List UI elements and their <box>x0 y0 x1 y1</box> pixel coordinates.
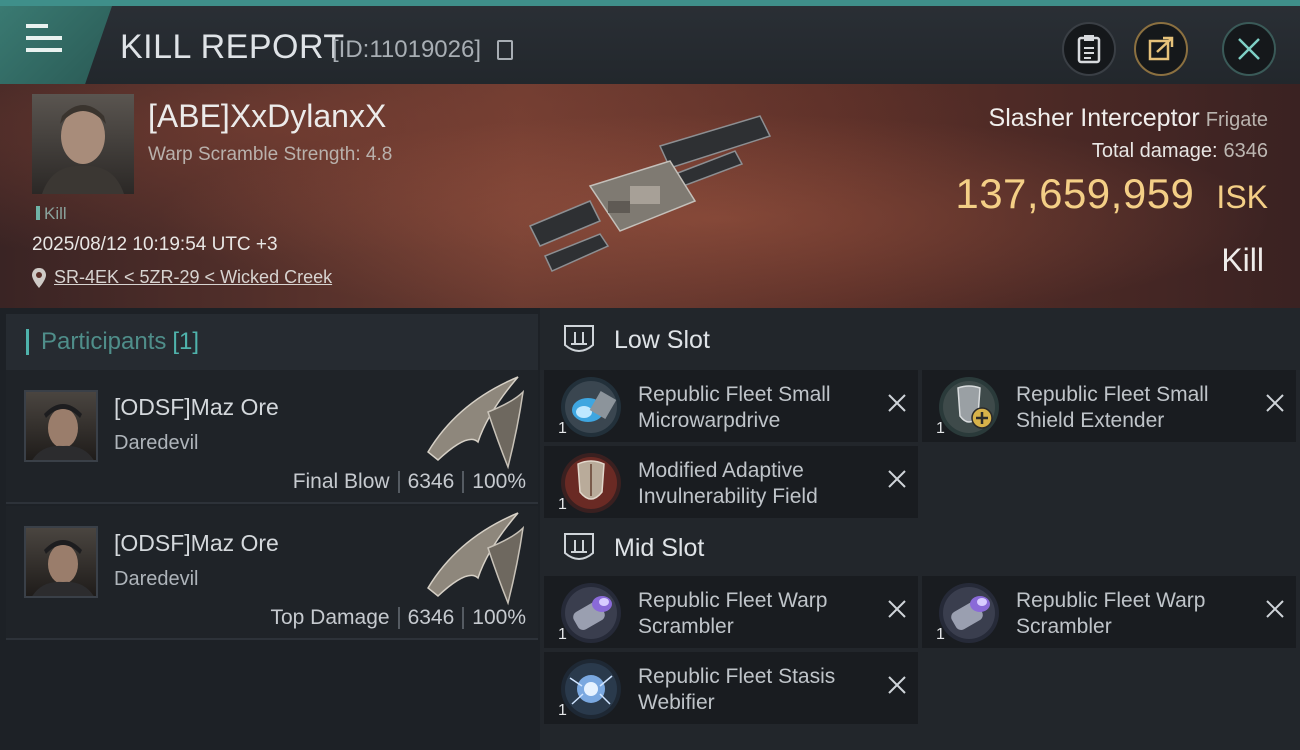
participant-stats: Top Damage 6346 100% <box>270 606 526 630</box>
victim-hero: [ABE]XxDylanxX Warp Scramble Strength: 4… <box>0 84 1300 308</box>
module-name: Republic Fleet Warp Scrambler <box>638 589 828 638</box>
result-label: Kill <box>1221 242 1264 278</box>
participant-ship: Daredevil <box>114 568 199 590</box>
participant-name[interactable]: [ODSF]Maz Ore <box>114 394 279 421</box>
module-item[interactable]: 1 Republic Fleet Small Shield Extender <box>922 370 1296 442</box>
remove-x-icon[interactable] <box>1264 392 1286 414</box>
kill-timestamp: 2025/08/12 10:19:54 UTC +3 <box>32 234 278 255</box>
kill-location[interactable]: SR-4EK < 5ZR-29 < Wicked Creek <box>32 267 332 288</box>
participant-stats: Final Blow 6346 100% <box>293 470 526 494</box>
participants-count: [1] <box>172 328 200 355</box>
module-item[interactable]: 1 Republic Fleet Small Microwarpdrive <box>544 370 918 442</box>
avatar[interactable] <box>24 390 98 462</box>
participant-role: Top Damage <box>270 606 390 629</box>
notes-icon <box>1077 35 1101 64</box>
victim-ship-name: Slasher Interceptor <box>988 104 1200 132</box>
stasis-webifier-icon <box>560 658 622 720</box>
mid-slot-header: Mid Slot <box>546 520 704 576</box>
warp-scrambler-icon <box>560 582 622 644</box>
slot-badge-icon <box>564 325 594 352</box>
remove-x-icon[interactable] <box>1264 598 1286 620</box>
isk-amount: 137,659,959 <box>955 170 1195 217</box>
microwarpdrive-icon <box>560 376 622 438</box>
copy-icon[interactable] <box>497 40 513 60</box>
module-name: Republic Fleet Warp Scrambler <box>1016 589 1206 638</box>
close-icon <box>1238 38 1260 60</box>
warp-scrambler-icon <box>938 582 1000 644</box>
participants-panel: Participants [1] [ODSF]Maz Ore Daredevil … <box>0 308 540 750</box>
slot-badge-icon <box>564 533 594 560</box>
page-title: KILL REPORT <box>120 28 345 66</box>
module-item[interactable]: 1 Republic Fleet Warp Scrambler <box>544 576 918 648</box>
fitting-panel: Low Slot 1 Republic Fleet Small Microwar… <box>540 308 1300 750</box>
mid-slot-label: Mid Slot <box>614 533 705 562</box>
notes-button[interactable] <box>1062 22 1116 76</box>
module-quantity: 1 <box>558 626 567 643</box>
module-name: Modified Adaptive Invulnerability Field <box>638 459 818 508</box>
low-slot-label: Low Slot <box>614 325 710 354</box>
participant-role: Final Blow <box>292 470 390 493</box>
module-quantity: 1 <box>558 496 567 513</box>
victim-ship[interactable]: Slasher Interceptor Frigate <box>989 104 1268 133</box>
invulnerability-field-icon <box>560 452 622 514</box>
remove-x-icon[interactable] <box>886 674 908 696</box>
total-damage-label: Total damage: <box>1091 140 1218 162</box>
warp-scramble-strength: Warp Scramble Strength: 4.8 <box>148 144 393 165</box>
participant-ship: Daredevil <box>114 432 199 454</box>
menu-icon <box>26 24 62 58</box>
participant-name[interactable]: [ODSF]Maz Ore <box>114 530 279 557</box>
module-name: Republic Fleet Stasis Webifier <box>638 665 836 714</box>
share-icon <box>1148 36 1174 61</box>
isk-value: 137,659,959 ISK <box>955 170 1268 218</box>
shield-extender-icon <box>938 376 1000 438</box>
isk-unit: ISK <box>1216 179 1268 215</box>
menu-button[interactable] <box>0 6 112 84</box>
module-item[interactable]: 1 Republic Fleet Warp Scrambler <box>922 576 1296 648</box>
participant-row[interactable]: [ODSF]Maz Ore Daredevil Final Blow 6346 … <box>6 370 538 504</box>
remove-x-icon[interactable] <box>886 392 908 414</box>
module-quantity: 1 <box>558 420 567 437</box>
victim-portrait[interactable] <box>32 94 134 194</box>
victim-ship-class: Frigate <box>1205 109 1268 131</box>
participant-ship-icon <box>427 376 525 470</box>
participant-damage: 6346 <box>407 470 455 493</box>
participants-header: Participants [1] <box>6 314 538 370</box>
remove-x-icon[interactable] <box>886 598 908 620</box>
module-quantity: 1 <box>558 702 567 719</box>
avatar[interactable] <box>24 526 98 598</box>
module-name: Republic Fleet Small Microwarpdrive <box>638 383 831 432</box>
close-button[interactable] <box>1222 22 1276 76</box>
top-bar: KILL REPORT [ID:11019026] <box>0 0 1300 84</box>
participant-percent: 100% <box>472 606 526 629</box>
location-link[interactable]: SR-4EK < 5ZR-29 < Wicked Creek <box>54 267 332 288</box>
module-item[interactable]: 1 Modified Adaptive Invulnerability Fiel… <box>544 446 918 518</box>
module-item[interactable]: 1 Republic Fleet Stasis Webifier <box>544 652 918 724</box>
total-damage: Total damage: 6346 <box>1092 140 1268 163</box>
victim-ship-render <box>528 115 772 272</box>
participant-row[interactable]: [ODSF]Maz Ore Daredevil Top Damage 6346 … <box>6 506 538 640</box>
kill-id: [ID:11019026] <box>332 36 482 63</box>
location-pin-icon <box>32 267 46 288</box>
module-name: Republic Fleet Small Shield Extender <box>1016 383 1209 432</box>
low-slot-header: Low Slot <box>546 312 710 368</box>
share-button[interactable] <box>1134 22 1188 76</box>
victim-pilot-name[interactable]: [ABE]XxDylanxX <box>148 98 386 135</box>
remove-x-icon[interactable] <box>886 468 908 490</box>
module-quantity: 1 <box>936 626 945 643</box>
kill-tag: Kill <box>36 204 67 224</box>
total-damage-value: 6346 <box>1223 140 1269 162</box>
participant-damage: 6346 <box>407 606 455 629</box>
module-quantity: 1 <box>936 420 945 437</box>
participant-ship-icon <box>427 512 525 606</box>
participants-label: Participants <box>41 328 167 355</box>
participant-percent: 100% <box>472 470 526 493</box>
